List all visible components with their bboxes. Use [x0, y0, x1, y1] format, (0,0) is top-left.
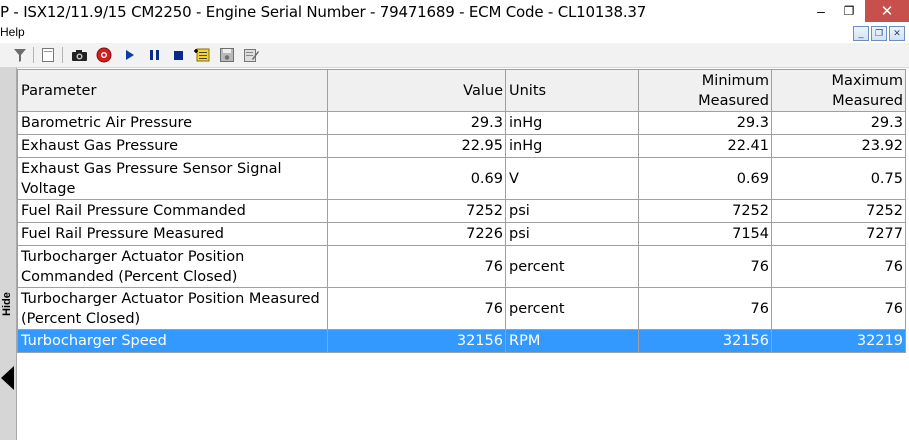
cell-maximum: 0.75 [771, 157, 906, 200]
cell-units: psi [505, 199, 639, 223]
cell-value: 76 [327, 287, 506, 330]
edit-icon[interactable] [243, 47, 259, 63]
cell-minimum: 76 [638, 245, 772, 288]
cell-value: 7252 [327, 199, 506, 223]
title-bar: P - ISX12/11.9/15 CM2250 - Engine Serial… [0, 0, 909, 24]
play-icon[interactable] [122, 47, 138, 63]
record-icon[interactable] [96, 47, 112, 63]
cell-minimum: 76 [638, 287, 772, 330]
table-header-row: Parameter Value Units Minimum Measured Ma… [17, 69, 906, 112]
column-header-units[interactable]: Units [505, 69, 639, 112]
cell-parameter: Turbocharger Speed [17, 329, 328, 353]
filter-icon[interactable] [12, 47, 28, 63]
cell-value: 29.3 [327, 111, 506, 135]
cell-minimum: 0.69 [638, 157, 772, 200]
cell-minimum: 32156 [638, 329, 772, 353]
cell-maximum: 7277 [771, 222, 906, 246]
cell-units: V [505, 157, 639, 200]
cell-units: percent [505, 245, 639, 288]
cell-minimum: 22.41 [638, 134, 772, 158]
table-row[interactable]: Fuel Rail Pressure Measured 7226 psi 715… [17, 222, 906, 246]
window-title: P - ISX12/11.9/15 CM2250 - Engine Serial… [0, 3, 647, 21]
column-header-parameter[interactable]: Parameter [17, 69, 328, 112]
restore-button[interactable]: ❐ [838, 0, 860, 22]
cell-value: 7226 [327, 222, 506, 246]
page-icon[interactable] [40, 47, 56, 63]
table-row[interactable]: Barometric Air Pressure 29.3 inHg 29.3 2… [17, 111, 906, 135]
add-parameter-icon[interactable] [194, 47, 210, 63]
cell-maximum: 76 [771, 287, 906, 330]
column-header-minimum-measured[interactable]: Minimum Measured [638, 69, 772, 112]
pause-icon[interactable] [146, 47, 162, 63]
parameter-table: Parameter Value Units Minimum Measured Ma… [17, 69, 906, 353]
mdi-restore-button[interactable]: ❐ [871, 26, 887, 41]
cell-maximum: 7252 [771, 199, 906, 223]
hide-label: Hide [1, 292, 13, 316]
cell-units: inHg [505, 134, 639, 158]
camera-icon[interactable] [71, 47, 87, 63]
column-header-maximum-measured[interactable]: Maximum Measured [771, 69, 906, 112]
cell-units: inHg [505, 111, 639, 135]
table-row[interactable]: Exhaust Gas Pressure 22.95 inHg 22.41 23… [17, 134, 906, 158]
toolbar [0, 43, 909, 68]
cell-value: 76 [327, 245, 506, 288]
cell-units: psi [505, 222, 639, 246]
cell-minimum: 7252 [638, 199, 772, 223]
minimize-button[interactable]: – [810, 0, 832, 22]
save-icon[interactable] [219, 47, 235, 63]
cell-parameter: Fuel Rail Pressure Commanded [17, 199, 328, 223]
cell-minimum: 7154 [638, 222, 772, 246]
cell-maximum: 23.92 [771, 134, 906, 158]
collapse-arrow-icon[interactable] [1, 366, 14, 390]
cell-maximum: 32219 [771, 329, 906, 353]
cell-units: percent [505, 287, 639, 330]
table-row[interactable]: Turbocharger Actuator Position Commanded… [17, 245, 906, 288]
cell-value: 32156 [327, 329, 506, 353]
cell-parameter: Fuel Rail Pressure Measured [17, 222, 328, 246]
table-row[interactable]: Turbocharger Actuator Position Measured … [17, 287, 906, 330]
cell-parameter: Barometric Air Pressure [17, 111, 328, 135]
mdi-minimize-button[interactable]: _ [853, 26, 869, 41]
mdi-controls: _ ❐ ✕ [853, 26, 905, 41]
table-row[interactable]: Exhaust Gas Pressure Sensor Signal Volta… [17, 157, 906, 200]
cell-parameter: Turbocharger Actuator Position Measured … [17, 287, 328, 330]
cell-parameter: Exhaust Gas Pressure [17, 134, 328, 158]
cell-units: RPM [505, 329, 639, 353]
stop-icon[interactable] [170, 47, 186, 63]
cell-parameter: Turbocharger Actuator Position Commanded… [17, 245, 328, 288]
column-header-value[interactable]: Value [327, 69, 506, 112]
hide-panel-strip[interactable]: Hide [0, 68, 17, 440]
cell-maximum: 76 [771, 245, 906, 288]
cell-minimum: 29.3 [638, 111, 772, 135]
close-button[interactable]: ✕ [865, 0, 909, 22]
menu-help[interactable]: Help [0, 25, 25, 39]
cell-maximum: 29.3 [771, 111, 906, 135]
table-row[interactable]: Fuel Rail Pressure Commanded 7252 psi 72… [17, 199, 906, 223]
cell-value: 0.69 [327, 157, 506, 200]
cell-parameter: Exhaust Gas Pressure Sensor Signal Volta… [17, 157, 328, 200]
mdi-close-button[interactable]: ✕ [889, 26, 905, 41]
cell-value: 22.95 [327, 134, 506, 158]
menu-bar: Help _ ❐ ✕ [0, 24, 909, 43]
table-row-selected[interactable]: Turbocharger Speed 32156 RPM 32156 32219 [17, 329, 906, 353]
